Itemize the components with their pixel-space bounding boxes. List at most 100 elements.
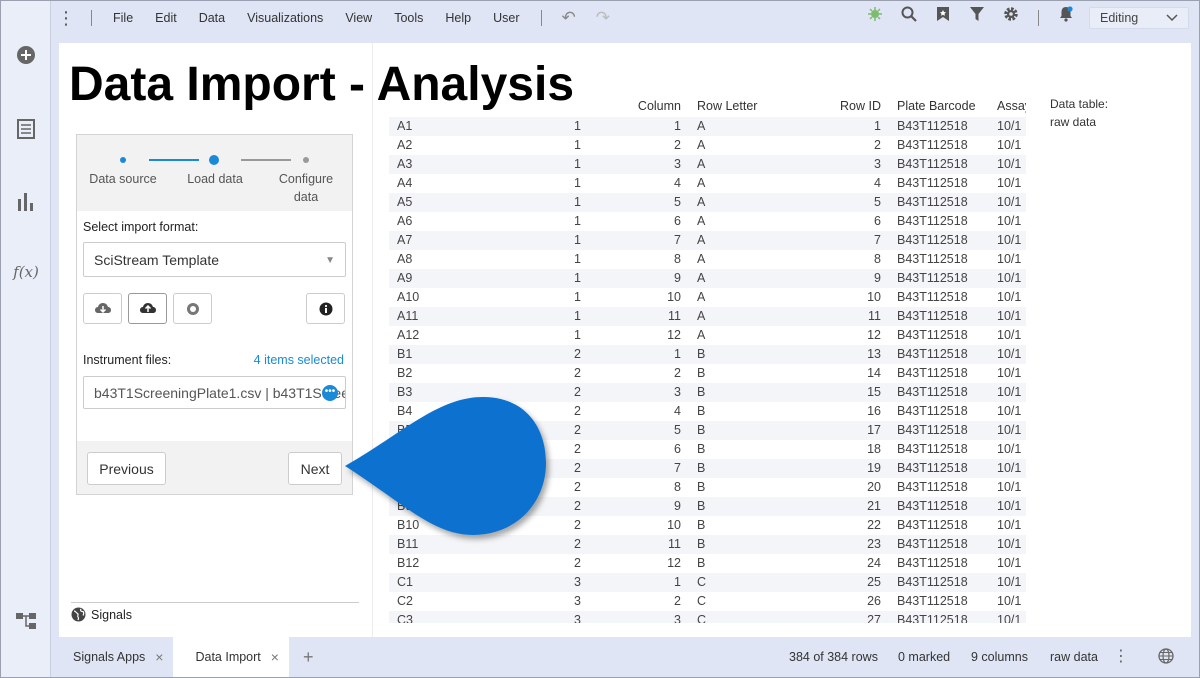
menu-file[interactable]: File	[102, 1, 144, 35]
hierarchy-icon[interactable]	[1, 611, 51, 636]
cell-plate-barcode: B43T112518	[897, 385, 968, 399]
search-icon[interactable]	[892, 1, 926, 35]
tab-signals-apps[interactable]: Signals Apps ×	[51, 637, 173, 677]
data-table-info: Data table: raw data	[1050, 95, 1108, 131]
menu-tools[interactable]: Tools	[383, 1, 434, 35]
cell-plate-barcode: B43T112518	[897, 271, 968, 285]
close-icon[interactable]: ×	[271, 649, 279, 665]
table-row[interactable]: B12 2 12 B 24 B43T112518 10/1	[389, 554, 1026, 573]
menu-user[interactable]: User	[482, 1, 530, 35]
cell-row-id: 27	[867, 613, 881, 623]
step-label-data-source[interactable]: Data source	[83, 170, 163, 188]
signals-label: Signals	[91, 607, 132, 622]
step-dot-configure-data	[303, 157, 309, 163]
data-table-value: raw data	[1050, 115, 1097, 129]
cell-assay: 10/1	[997, 480, 1022, 494]
cell-assay: 10/1	[997, 613, 1022, 623]
status-table[interactable]: raw data	[1050, 637, 1098, 677]
filter-icon[interactable]	[960, 1, 994, 35]
header-row-id[interactable]: Row ID	[840, 99, 881, 113]
table-row[interactable]: A12 1 12 A 12 B43T112518 10/1	[389, 326, 1026, 345]
cell-assay: 10/1	[997, 328, 1022, 342]
items-selected-link[interactable]: 4 items selected	[254, 353, 344, 367]
more-horiz-icon[interactable]: •••	[322, 385, 338, 401]
cell-assay: 10/1	[997, 157, 1022, 171]
page-title: Data Import - Analysis	[69, 58, 575, 111]
menubar: ⋮ File Edit Data Visualizations View Too…	[51, 1, 1199, 35]
notifications-icon[interactable]	[1049, 1, 1083, 35]
next-button[interactable]: Next	[288, 452, 342, 485]
table-row[interactable]: B2 2 2 B 14 B43T112518 10/1	[389, 364, 1026, 383]
table-row[interactable]: A2 1 2 A 2 B43T112518 10/1	[389, 136, 1026, 155]
instrument-files-input[interactable]: b43T1ScreeningPlate1.csv | b43T1Screenin…	[83, 376, 346, 409]
menu-edit[interactable]: Edit	[144, 1, 188, 35]
cell-row-id: 13	[867, 347, 881, 361]
clear-button[interactable]	[173, 293, 212, 324]
table-row[interactable]: A6 1 6 A 6 B43T112518 10/1	[389, 212, 1026, 231]
cell-plate-barcode: B43T112518	[897, 366, 968, 380]
cell-assay: 10/1	[997, 385, 1022, 399]
previous-button[interactable]: Previous	[87, 452, 166, 485]
table-row[interactable]: A4 1 4 A 4 B43T112518 10/1	[389, 174, 1026, 193]
cell-plate-barcode: B43T112518	[897, 480, 968, 494]
function-icon[interactable]: f(x)	[1, 263, 51, 281]
language-globe-icon[interactable]	[1158, 648, 1174, 666]
table-row[interactable]: B1 2 1 B 13 B43T112518 10/1	[389, 345, 1026, 364]
bar-chart-icon[interactable]	[1, 191, 51, 216]
header-assay[interactable]: Assay	[997, 99, 1026, 113]
settings-icon[interactable]	[994, 1, 1028, 35]
tab-data-import[interactable]: Data Import ×	[173, 637, 289, 677]
menu-view[interactable]: View	[334, 1, 383, 35]
info-button[interactable]	[306, 293, 345, 324]
recommendations-icon[interactable]	[858, 1, 892, 35]
undo-icon[interactable]: ↶	[552, 8, 586, 28]
header-column[interactable]: Column	[638, 99, 681, 113]
cell-assay: 10/1	[997, 556, 1022, 570]
more-vert-icon[interactable]: ⋮	[51, 1, 81, 35]
menu-data[interactable]: Data	[188, 1, 236, 35]
menu-separator	[540, 10, 542, 26]
import-format-select[interactable]: SciStream Template ▼	[83, 242, 346, 277]
menu-visualizations[interactable]: Visualizations	[236, 1, 334, 35]
table-row[interactable]: A9 1 9 A 9 B43T112518 10/1	[389, 269, 1026, 288]
more-vert-icon[interactable]: ⋮	[1113, 637, 1129, 677]
cell-row-id: 8	[874, 252, 881, 266]
chevron-down-icon	[1166, 11, 1178, 25]
table-row[interactable]: C3 3 3 C 27 B43T112518 10/1	[389, 611, 1026, 623]
menu-help[interactable]: Help	[434, 1, 482, 35]
table-row[interactable]: A8 1 8 A 8 B43T112518 10/1	[389, 250, 1026, 269]
table-row[interactable]: A11 1 11 A 11 B43T112518 10/1	[389, 307, 1026, 326]
tab-label: Signals Apps	[73, 650, 146, 664]
cell-assay: 10/1	[997, 195, 1022, 209]
cell-plate-barcode: B43T112518	[897, 442, 968, 456]
cell-plate-barcode: B43T112518	[897, 119, 968, 133]
table-row[interactable]: A10 1 10 A 10 B43T112518 10/1	[389, 288, 1026, 307]
close-icon[interactable]: ×	[155, 649, 163, 665]
cell-assay: 10/1	[997, 537, 1022, 551]
add-tab-icon[interactable]: +	[289, 647, 328, 668]
table-row[interactable]: A7 1 7 A 7 B43T112518 10/1	[389, 231, 1026, 250]
mode-dropdown[interactable]: Editing	[1089, 7, 1189, 29]
cloud-download-button[interactable]	[83, 293, 122, 324]
cell-plate-barcode: B43T112518	[897, 233, 968, 247]
table-row[interactable]: A1 1 1 A 1 B43T112518 10/1	[389, 117, 1026, 136]
wizard-footer: Previous Next	[77, 441, 352, 494]
table-row[interactable]: C1 3 1 C 25 B43T112518 10/1	[389, 573, 1026, 592]
table-row[interactable]: C2 3 2 C 26 B43T112518 10/1	[389, 592, 1026, 611]
step-label-load-data[interactable]: Load data	[175, 170, 255, 188]
step-label-configure-data[interactable]: Configure data	[266, 170, 346, 206]
header-row-letter[interactable]: Row Letter	[697, 99, 757, 113]
header-plate-barcode[interactable]: Plate Barcode	[897, 99, 976, 113]
table-row[interactable]: A3 1 3 A 3 B43T112518 10/1	[389, 155, 1026, 174]
pages-icon[interactable]	[1, 119, 51, 144]
cloud-upload-button[interactable]	[128, 293, 167, 324]
cell-plate-barcode: B43T112518	[897, 195, 968, 209]
table-row[interactable]: A5 1 5 A 5 B43T112518 10/1	[389, 193, 1026, 212]
cell-plate-barcode: B43T112518	[897, 214, 968, 228]
globe-icon	[71, 607, 86, 622]
add-icon[interactable]	[1, 45, 51, 70]
redo-icon[interactable]: ↷	[586, 8, 620, 28]
bookmark-icon[interactable]	[926, 1, 960, 35]
cell-plate-barcode: B43T112518	[897, 461, 968, 475]
cloud-download-icon	[94, 302, 111, 313]
